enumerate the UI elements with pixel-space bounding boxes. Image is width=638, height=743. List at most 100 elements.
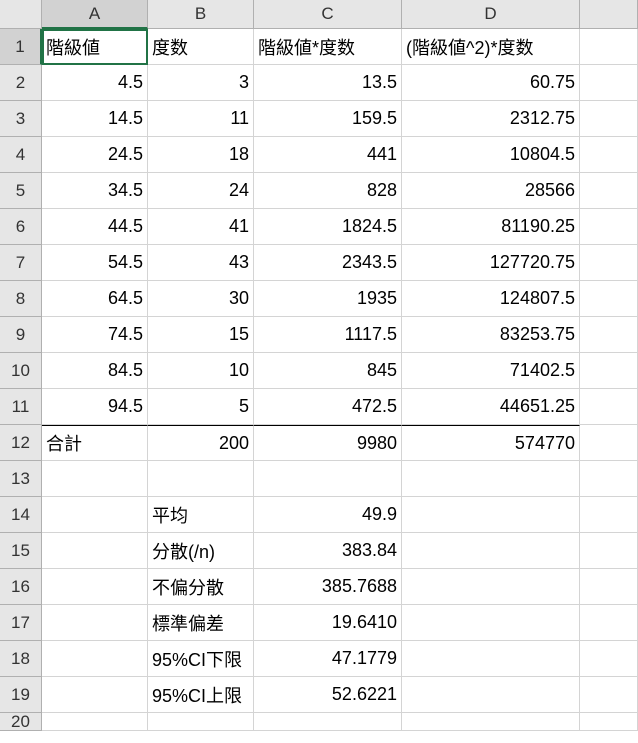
cell-A13[interactable] — [42, 461, 148, 497]
row-header-2[interactable]: 2 — [0, 65, 42, 101]
row-header-19[interactable]: 19 — [0, 677, 42, 713]
cell-D5[interactable]: 28566 — [402, 173, 580, 209]
cell-D9[interactable]: 83253.75 — [402, 317, 580, 353]
row-header-15[interactable]: 15 — [0, 533, 42, 569]
row-header-17[interactable]: 17 — [0, 605, 42, 641]
cell-C5[interactable]: 828 — [254, 173, 402, 209]
row-header-18[interactable]: 18 — [0, 641, 42, 677]
cell-B7[interactable]: 43 — [148, 245, 254, 281]
cell-A4[interactable]: 24.5 — [42, 137, 148, 173]
cell-E13[interactable] — [580, 461, 638, 497]
cell-B19[interactable]: 95%CI上限 — [148, 677, 254, 713]
cell-D14[interactable] — [402, 497, 580, 533]
cell-A20[interactable] — [42, 713, 148, 731]
cell-B4[interactable]: 18 — [148, 137, 254, 173]
cell-C8[interactable]: 1935 — [254, 281, 402, 317]
row-header-6[interactable]: 6 — [0, 209, 42, 245]
row-header-10[interactable]: 10 — [0, 353, 42, 389]
cell-E17[interactable] — [580, 605, 638, 641]
cell-E6[interactable] — [580, 209, 638, 245]
col-header-A[interactable]: A — [42, 0, 148, 29]
cell-E19[interactable] — [580, 677, 638, 713]
cell-E1[interactable] — [580, 29, 638, 65]
cell-A2[interactable]: 4.5 — [42, 65, 148, 101]
cell-B20[interactable] — [148, 713, 254, 731]
row-header-14[interactable]: 14 — [0, 497, 42, 533]
cell-D7[interactable]: 127720.75 — [402, 245, 580, 281]
cell-C13[interactable] — [254, 461, 402, 497]
cell-B5[interactable]: 24 — [148, 173, 254, 209]
cell-D15[interactable] — [402, 533, 580, 569]
cell-A15[interactable] — [42, 533, 148, 569]
cell-B6[interactable]: 41 — [148, 209, 254, 245]
cell-D1[interactable]: (階級値^2)*度数 — [402, 29, 580, 65]
cell-B1[interactable]: 度数 — [148, 29, 254, 65]
cell-A12[interactable]: 合計 — [42, 425, 148, 461]
cell-D3[interactable]: 2312.75 — [402, 101, 580, 137]
cell-D13[interactable] — [402, 461, 580, 497]
cell-B3[interactable]: 11 — [148, 101, 254, 137]
cell-E7[interactable] — [580, 245, 638, 281]
cell-A9[interactable]: 74.5 — [42, 317, 148, 353]
spreadsheet-grid[interactable]: A B C D 1 階級値 度数 階級値*度数 (階級値^2)*度数 2 4.5… — [0, 0, 638, 731]
cell-E16[interactable] — [580, 569, 638, 605]
row-header-7[interactable]: 7 — [0, 245, 42, 281]
cell-D11[interactable]: 44651.25 — [402, 389, 580, 425]
cell-A14[interactable] — [42, 497, 148, 533]
cell-C20[interactable] — [254, 713, 402, 731]
cell-C18[interactable]: 47.1779 — [254, 641, 402, 677]
cell-C11[interactable]: 472.5 — [254, 389, 402, 425]
cell-B11[interactable]: 5 — [148, 389, 254, 425]
cell-E18[interactable] — [580, 641, 638, 677]
row-header-11[interactable]: 11 — [0, 389, 42, 425]
cell-D10[interactable]: 71402.5 — [402, 353, 580, 389]
cell-E14[interactable] — [580, 497, 638, 533]
cell-E11[interactable] — [580, 389, 638, 425]
row-header-8[interactable]: 8 — [0, 281, 42, 317]
row-header-20[interactable]: 20 — [0, 713, 42, 731]
cell-B16[interactable]: 不偏分散 — [148, 569, 254, 605]
cell-B10[interactable]: 10 — [148, 353, 254, 389]
row-header-16[interactable]: 16 — [0, 569, 42, 605]
cell-A3[interactable]: 14.5 — [42, 101, 148, 137]
cell-D18[interactable] — [402, 641, 580, 677]
cell-B13[interactable] — [148, 461, 254, 497]
cell-D17[interactable] — [402, 605, 580, 641]
col-header-C[interactable]: C — [254, 0, 402, 29]
cell-C1[interactable]: 階級値*度数 — [254, 29, 402, 65]
cell-C17[interactable]: 19.6410 — [254, 605, 402, 641]
cell-C19[interactable]: 52.6221 — [254, 677, 402, 713]
cell-D12[interactable]: 574770 — [402, 425, 580, 461]
corner-cell[interactable] — [0, 0, 42, 29]
cell-E2[interactable] — [580, 65, 638, 101]
cell-E3[interactable] — [580, 101, 638, 137]
cell-A6[interactable]: 44.5 — [42, 209, 148, 245]
cell-C15[interactable]: 383.84 — [254, 533, 402, 569]
row-header-12[interactable]: 12 — [0, 425, 42, 461]
cell-C10[interactable]: 845 — [254, 353, 402, 389]
row-header-13[interactable]: 13 — [0, 461, 42, 497]
cell-B15[interactable]: 分散(/n) — [148, 533, 254, 569]
cell-E12[interactable] — [580, 425, 638, 461]
cell-E10[interactable] — [580, 353, 638, 389]
cell-A8[interactable]: 64.5 — [42, 281, 148, 317]
cell-E4[interactable] — [580, 137, 638, 173]
cell-B17[interactable]: 標準偏差 — [148, 605, 254, 641]
row-header-5[interactable]: 5 — [0, 173, 42, 209]
cell-A16[interactable] — [42, 569, 148, 605]
cell-C14[interactable]: 49.9 — [254, 497, 402, 533]
row-header-4[interactable]: 4 — [0, 137, 42, 173]
cell-A10[interactable]: 84.5 — [42, 353, 148, 389]
cell-A7[interactable]: 54.5 — [42, 245, 148, 281]
cell-D20[interactable] — [402, 713, 580, 731]
cell-D19[interactable] — [402, 677, 580, 713]
cell-B18[interactable]: 95%CI下限 — [148, 641, 254, 677]
cell-E5[interactable] — [580, 173, 638, 209]
row-header-3[interactable]: 3 — [0, 101, 42, 137]
cell-A1[interactable]: 階級値 — [42, 29, 148, 65]
cell-E15[interactable] — [580, 533, 638, 569]
cell-D2[interactable]: 60.75 — [402, 65, 580, 101]
cell-B12[interactable]: 200 — [148, 425, 254, 461]
cell-E8[interactable] — [580, 281, 638, 317]
cell-C16[interactable]: 385.7688 — [254, 569, 402, 605]
